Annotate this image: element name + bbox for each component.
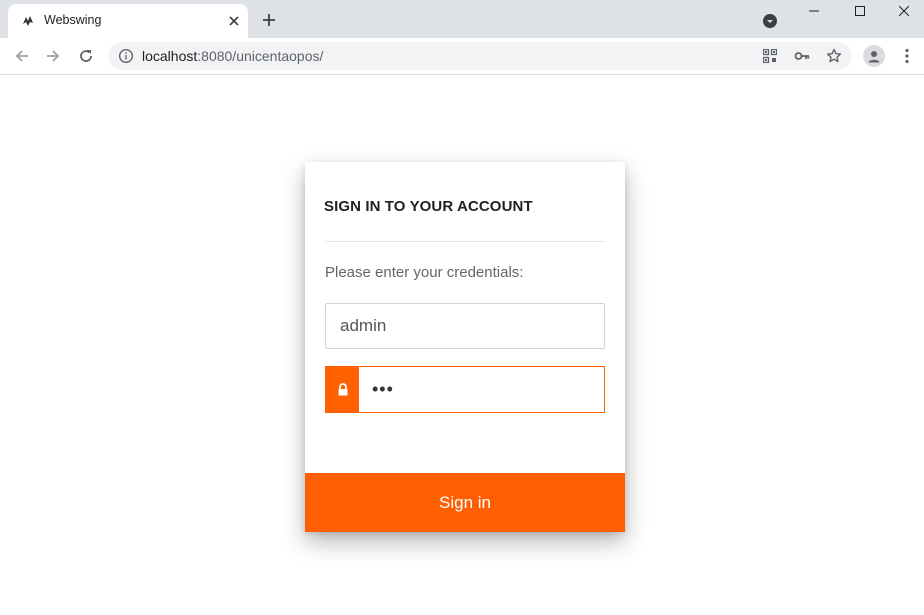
url-host: localhost — [142, 48, 198, 64]
forward-arrow-icon[interactable] — [41, 44, 65, 68]
url-path: :8080/unicentaopos/ — [197, 48, 324, 64]
tab-title: Webswing — [44, 13, 102, 27]
minimize-icon[interactable] — [791, 0, 837, 22]
window-close-icon[interactable] — [883, 0, 924, 22]
maximize-icon[interactable] — [837, 0, 883, 22]
password-field-group — [325, 366, 605, 413]
profile-avatar-icon[interactable] — [863, 45, 885, 67]
sign-in-button[interactable]: Sign in — [305, 473, 625, 532]
reload-icon[interactable] — [74, 44, 98, 68]
close-tab-icon[interactable] — [224, 11, 244, 31]
site-info-icon[interactable] — [118, 48, 134, 64]
back-arrow-icon[interactable] — [10, 44, 34, 68]
browser-tab[interactable]: Webswing — [8, 4, 248, 38]
bookmark-star-icon[interactable] — [824, 46, 844, 66]
webswing-logo-icon — [21, 14, 35, 28]
lock-icon — [326, 367, 359, 412]
login-title: SIGN IN TO YOUR ACCOUNT — [324, 198, 533, 215]
browser-toolbar: localhost:8080/unicentaopos/ — [0, 38, 924, 75]
title-divider — [325, 241, 605, 242]
password-input[interactable] — [359, 367, 604, 412]
login-card: SIGN IN TO YOUR ACCOUNT Please enter you… — [305, 162, 625, 532]
url-text: localhost:8080/unicentaopos/ — [142, 48, 323, 64]
address-bar[interactable]: localhost:8080/unicentaopos/ — [108, 42, 852, 70]
browser-tab-strip: Webswing — [0, 0, 924, 38]
credentials-prompt: Please enter your credentials: — [325, 264, 524, 281]
new-tab-icon[interactable] — [259, 10, 279, 30]
username-input[interactable] — [325, 303, 605, 349]
kebab-menu-icon[interactable] — [897, 46, 917, 66]
key-icon[interactable] — [792, 46, 812, 66]
qr-code-icon[interactable] — [760, 46, 780, 66]
tab-search-icon[interactable] — [760, 11, 780, 31]
